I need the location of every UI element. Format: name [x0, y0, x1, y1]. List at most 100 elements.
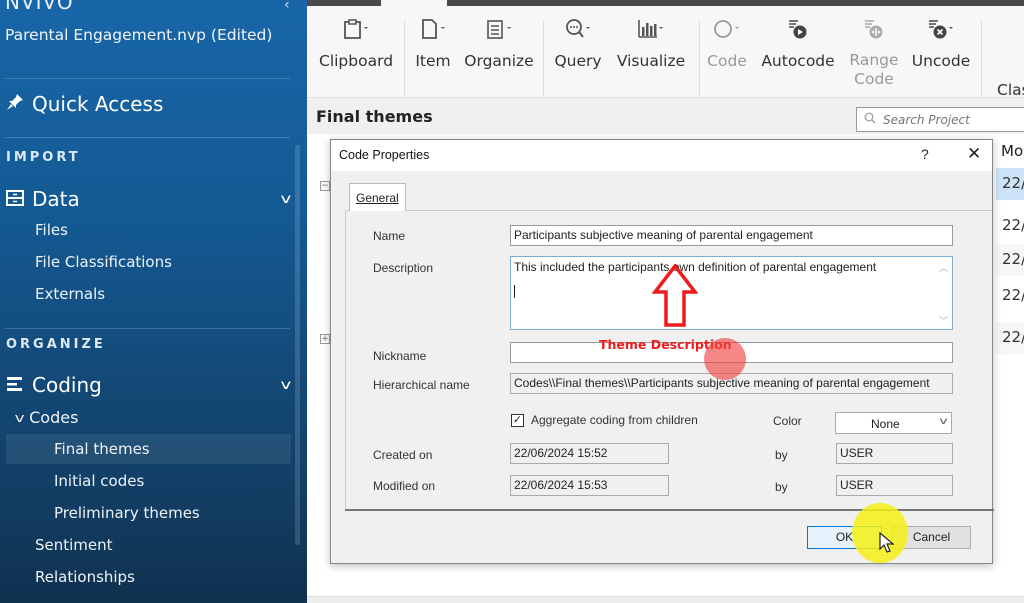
- document-icon: [411, 14, 455, 44]
- organize-button[interactable]: Organize: [463, 14, 535, 71]
- sidebar-group-coding[interactable]: Coding v: [6, 373, 292, 397]
- description-field[interactable]: This included the participants own defin…: [510, 256, 953, 330]
- uncode-button[interactable]: Uncode: [909, 14, 973, 71]
- section-import: IMPORT: [6, 150, 81, 165]
- autocode-button[interactable]: Autocode: [759, 14, 837, 71]
- circle-icon: [705, 14, 749, 44]
- sidebar-item-final-themes[interactable]: Final themes: [54, 440, 150, 458]
- clipboard-icon: [319, 14, 393, 44]
- divider: [5, 328, 290, 329]
- collapse-toggle[interactable]: −: [320, 181, 330, 191]
- sidebar-item-initial-codes[interactable]: Initial codes: [54, 472, 144, 490]
- classification-icon: [997, 14, 1024, 44]
- tab-general[interactable]: General: [349, 183, 406, 211]
- created-on-field: 22/06/2024 15:52: [510, 443, 669, 464]
- chevron-down-icon[interactable]: v: [281, 378, 292, 393]
- query-button[interactable]: Query: [551, 14, 605, 71]
- autocode-label: Autocode: [761, 52, 835, 70]
- cabinet-icon: [6, 187, 24, 211]
- sidebar-item-files[interactable]: Files: [35, 221, 68, 239]
- sidebar-item-sentiment[interactable]: Sentiment: [35, 536, 113, 554]
- coding-icon: [6, 373, 24, 397]
- aggregate-label: Aggregate coding from children: [531, 413, 698, 427]
- created-on-label: Created on: [373, 448, 433, 462]
- clipboard-button[interactable]: Clipboard: [319, 14, 393, 71]
- column-header-modified[interactable]: Mo: [1001, 142, 1023, 160]
- sidebar-item-file-classifications[interactable]: File Classifications: [35, 253, 172, 271]
- separator: [699, 20, 700, 96]
- autocode-icon: [759, 14, 837, 44]
- chevron-down-icon[interactable]: v: [281, 192, 292, 207]
- range-code-icon: [845, 14, 903, 44]
- hierarchical-name-label: Hierarchical name: [373, 378, 470, 392]
- color-select-value: None: [871, 417, 900, 431]
- annotation-arrow-icon: [652, 264, 698, 327]
- range-code-label: Range Code: [849, 51, 899, 88]
- query-label: Query: [554, 52, 602, 70]
- divider: [5, 78, 290, 79]
- nickname-label: Nickname: [373, 349, 427, 363]
- aggregate-checkbox[interactable]: ✓: [511, 414, 524, 427]
- bar-chart-icon: [613, 14, 689, 44]
- expand-toggle[interactable]: +: [320, 334, 330, 344]
- sidebar-item-relationships[interactable]: Relationships: [35, 568, 135, 586]
- classification-label: Clas: [997, 81, 1024, 99]
- uncode-icon: [909, 14, 973, 44]
- sidebar-scrollbar[interactable]: [295, 145, 300, 545]
- range-code-button[interactable]: Range Code: [845, 14, 903, 89]
- sidebar-item-codes[interactable]: v Codes: [14, 408, 79, 427]
- name-label: Name: [373, 229, 406, 243]
- code-button[interactable]: Code: [705, 14, 749, 71]
- modified-by-field: USER: [836, 475, 953, 496]
- separator: [981, 20, 982, 96]
- item-button[interactable]: Item: [411, 14, 455, 71]
- visualize-button[interactable]: Visualize: [613, 14, 689, 71]
- mouse-pointer-icon: [879, 532, 895, 553]
- general-tab-panel: Name Participants subjective meaning of …: [345, 210, 992, 510]
- content-header: Final themes: [307, 98, 1024, 134]
- help-icon[interactable]: ?: [921, 146, 929, 162]
- name-field[interactable]: Participants subjective meaning of paren…: [510, 225, 953, 246]
- dialog-title: Code Properties: [339, 148, 430, 162]
- clipboard-label: Clipboard: [319, 52, 394, 70]
- data-group-label: Data: [32, 187, 80, 211]
- item-label: Item: [415, 52, 451, 70]
- created-by-label: by: [775, 448, 788, 462]
- sidebar-item-externals[interactable]: Externals: [35, 285, 105, 303]
- organize-label: Organize: [464, 52, 534, 70]
- search-input[interactable]: [883, 112, 1023, 127]
- description-label: Description: [373, 261, 434, 275]
- sidebar-item-preliminary-themes[interactable]: Preliminary themes: [54, 504, 200, 522]
- query-magnifier-icon: [551, 14, 605, 44]
- nvivo-window: NVIVO ‹ Parental Engagement.nvp (Edited)…: [0, 0, 1024, 603]
- separator: [404, 20, 405, 96]
- search-box[interactable]: [856, 107, 1024, 132]
- quick-access-label: Quick Access: [32, 92, 164, 116]
- uncode-label: Uncode: [911, 52, 971, 70]
- list-item[interactable]: 22/: [996, 168, 1024, 200]
- list-item[interactable]: 22/: [996, 244, 1024, 276]
- list-item[interactable]: 22/: [996, 322, 1024, 354]
- list-item[interactable]: 22/: [996, 280, 1024, 312]
- scroll-down-icon[interactable]: ﹀: [939, 314, 948, 327]
- text-caret: [514, 285, 515, 298]
- sidebar-group-data[interactable]: Data v: [6, 187, 292, 211]
- list-item[interactable]: 22/: [996, 210, 1024, 242]
- created-by-field: USER: [836, 443, 953, 464]
- coding-group-label: Coding: [32, 373, 102, 397]
- section-organize: ORGANIZE: [6, 337, 106, 352]
- chevron-left-icon[interactable]: ‹: [284, 0, 290, 13]
- close-icon[interactable]: ✕: [967, 144, 981, 164]
- status-bar: [307, 596, 1024, 603]
- classification-button[interactable]: Clas: [997, 14, 1024, 100]
- list-clipboard-icon: [463, 14, 535, 44]
- quick-access-button[interactable]: Quick Access: [6, 92, 163, 116]
- nvivo-logo: NVIVO: [5, 0, 74, 14]
- annotation-click-marker: [704, 338, 746, 380]
- navigation-sidebar: NVIVO ‹ Parental Engagement.nvp (Edited)…: [0, 0, 307, 603]
- color-select[interactable]: None v: [835, 412, 952, 434]
- visualize-label: Visualize: [616, 52, 686, 70]
- chevron-down-icon: v: [939, 416, 948, 427]
- scroll-up-icon[interactable]: ︿: [939, 261, 948, 274]
- chevron-down-icon: v: [14, 410, 25, 425]
